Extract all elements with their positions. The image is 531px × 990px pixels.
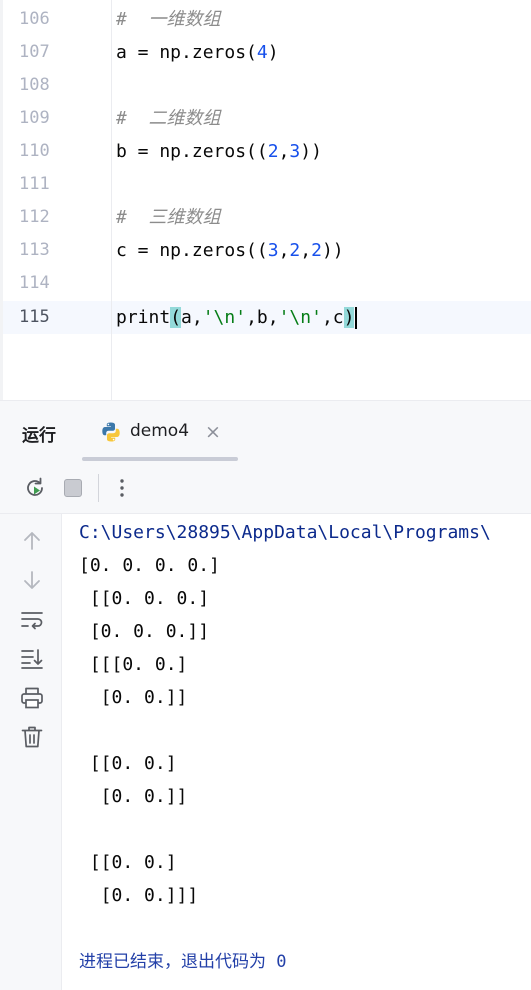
stop-icon[interactable] bbox=[61, 476, 85, 500]
line-number: 113 bbox=[19, 240, 50, 260]
line-number: 110 bbox=[19, 141, 50, 161]
tab-label: demo4 bbox=[130, 421, 190, 441]
text-caret bbox=[355, 307, 358, 329]
code-line[interactable]: # 二维数组 bbox=[116, 102, 221, 135]
console-line: [0. 0. 0. 0.] bbox=[79, 555, 220, 576]
console-output[interactable]: C:\Users\28895\AppData\Local\Programs\ [… bbox=[62, 514, 531, 990]
run-tool-window-header: 运行 demo4 × bbox=[0, 400, 531, 863]
code-line[interactable]: a = np.zeros(4) bbox=[116, 36, 279, 69]
run-toolbar bbox=[0, 462, 531, 514]
line-number-gutter: 106 107 108 109 110 111 112 113 114 115 bbox=[3, 0, 111, 400]
line-number: 106 bbox=[19, 9, 50, 29]
gutter-separator bbox=[111, 0, 112, 400]
close-icon[interactable]: × bbox=[205, 420, 221, 444]
soft-wrap-icon[interactable] bbox=[19, 607, 45, 633]
tab-selected-indicator bbox=[82, 457, 238, 461]
console-line: [[0. 0. 0.] bbox=[79, 588, 210, 609]
code-line[interactable]: # 三维数组 bbox=[116, 201, 221, 234]
line-number: 108 bbox=[19, 75, 50, 95]
console-line: [0. 0.]] bbox=[79, 687, 188, 708]
code-line[interactable]: b = np.zeros((2,3)) bbox=[116, 135, 322, 168]
print-icon[interactable] bbox=[19, 685, 45, 711]
rerun-icon[interactable] bbox=[23, 476, 47, 500]
code-editor[interactable]: 106 107 108 109 110 111 112 113 114 115 … bbox=[0, 0, 531, 400]
line-number: 114 bbox=[19, 273, 50, 293]
run-panel-title: 运行 bbox=[22, 426, 56, 446]
line-number: 109 bbox=[19, 108, 50, 128]
tab-demo4[interactable]: demo4 × bbox=[82, 411, 238, 463]
console-line: [[[0. 0.] bbox=[79, 654, 188, 675]
code-line-current[interactable]: print(a,'\n',b,'\n',c) bbox=[116, 301, 358, 334]
code-line[interactable]: # 一维数组 bbox=[116, 3, 221, 36]
console-line: [[0. 0.] bbox=[79, 753, 177, 774]
console-line: [0. 0.]] bbox=[79, 786, 188, 807]
line-number-current: 115 bbox=[19, 307, 50, 327]
arrow-down-icon[interactable] bbox=[19, 567, 45, 593]
console-exit-message: 进程已结束，退出代码为 0 bbox=[79, 952, 287, 972]
python-icon bbox=[102, 422, 120, 442]
console-line: [[0. 0.] bbox=[79, 852, 177, 873]
more-vertical-icon[interactable] bbox=[110, 476, 134, 500]
code-line[interactable]: c = np.zeros((3,2,2)) bbox=[116, 234, 344, 267]
line-number: 112 bbox=[19, 207, 50, 227]
console-line: [0. 0. 0.]] bbox=[79, 621, 210, 642]
console-line-command[interactable]: C:\Users\28895\AppData\Local\Programs\ bbox=[79, 516, 491, 549]
toolbar-separator bbox=[98, 474, 99, 502]
arrow-up-icon[interactable] bbox=[19, 528, 45, 554]
console-side-toolbar bbox=[0, 514, 62, 990]
console-line: [0. 0.]]] bbox=[79, 885, 199, 906]
line-number: 107 bbox=[19, 42, 50, 62]
trash-icon[interactable] bbox=[19, 724, 45, 750]
scroll-to-end-icon[interactable] bbox=[19, 646, 45, 672]
line-number: 111 bbox=[19, 174, 50, 194]
